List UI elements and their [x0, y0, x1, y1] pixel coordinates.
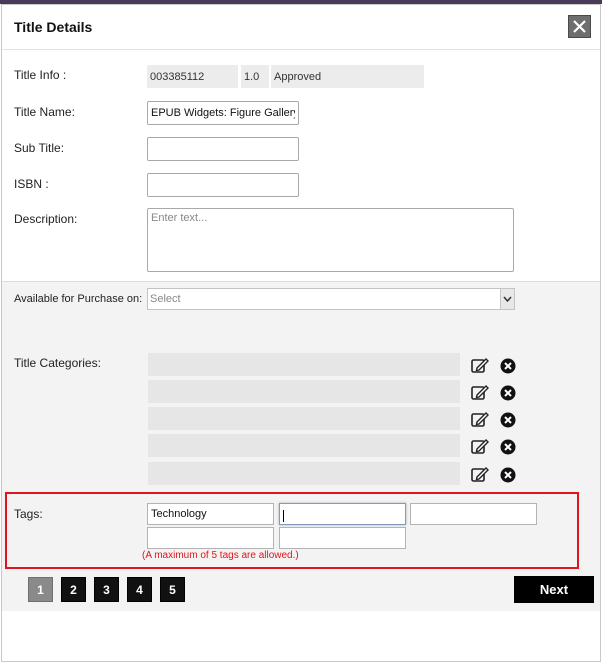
title-id-value: 003385112: [147, 65, 238, 88]
purchase-select[interactable]: Select: [147, 288, 515, 310]
remove-icon[interactable]: [500, 358, 516, 374]
page-button-2[interactable]: 2: [61, 577, 86, 602]
tags-limit-note: (A maximum of 5 tags are allowed.): [142, 550, 299, 561]
tag-input-2[interactable]: [279, 503, 406, 525]
title-name-input[interactable]: [147, 101, 299, 125]
title-name-label: Title Name:: [14, 105, 75, 119]
page-button-1[interactable]: 1: [28, 577, 53, 602]
description-textarea[interactable]: [147, 208, 514, 272]
close-button[interactable]: [568, 15, 591, 38]
isbn-input[interactable]: [147, 173, 299, 197]
tag-input-1[interactable]: [147, 503, 274, 525]
sub-title-label: Sub Title:: [14, 141, 65, 155]
category-row[interactable]: [148, 407, 460, 430]
isbn-label: ISBN :: [14, 177, 49, 191]
category-row[interactable]: [148, 434, 460, 457]
page-button-4[interactable]: 4: [127, 577, 152, 602]
edit-icon[interactable]: [471, 357, 489, 374]
edit-icon[interactable]: [471, 411, 489, 428]
title-info-label: Title Info :: [14, 68, 67, 82]
dialog-title: Title Details: [14, 19, 93, 35]
edit-icon[interactable]: [471, 384, 489, 401]
category-row[interactable]: [148, 380, 460, 403]
remove-icon[interactable]: [500, 412, 516, 428]
dialog-header: Title Details: [2, 5, 600, 50]
edit-icon[interactable]: [471, 466, 489, 483]
remove-icon[interactable]: [500, 385, 516, 401]
page-button-5[interactable]: 5: [160, 577, 185, 602]
tag-input-4[interactable]: [147, 527, 274, 549]
page-button-3[interactable]: 3: [94, 577, 119, 602]
title-details-dialog: Title Details Title Info : 003385112 1.0…: [1, 4, 601, 662]
next-button[interactable]: Next: [514, 576, 594, 603]
tags-label: Tags:: [14, 507, 43, 521]
title-categories-label: Title Categories:: [14, 356, 101, 370]
chevron-down-icon: [500, 289, 514, 309]
tag-input-5[interactable]: [279, 527, 406, 549]
title-status-value: Approved: [271, 65, 424, 88]
sub-title-input[interactable]: [147, 137, 299, 161]
purchase-label: Available for Purchase on:: [14, 293, 143, 305]
close-icon: [573, 20, 586, 33]
category-row[interactable]: [148, 353, 460, 376]
title-version-value: 1.0: [241, 65, 269, 88]
remove-icon[interactable]: [500, 467, 516, 483]
description-label: Description:: [14, 212, 78, 226]
edit-icon[interactable]: [471, 438, 489, 455]
purchase-select-value: Select: [150, 293, 181, 305]
text-caret: [283, 510, 284, 522]
remove-icon[interactable]: [500, 439, 516, 455]
tag-input-3[interactable]: [410, 503, 537, 525]
category-row[interactable]: [148, 462, 460, 485]
